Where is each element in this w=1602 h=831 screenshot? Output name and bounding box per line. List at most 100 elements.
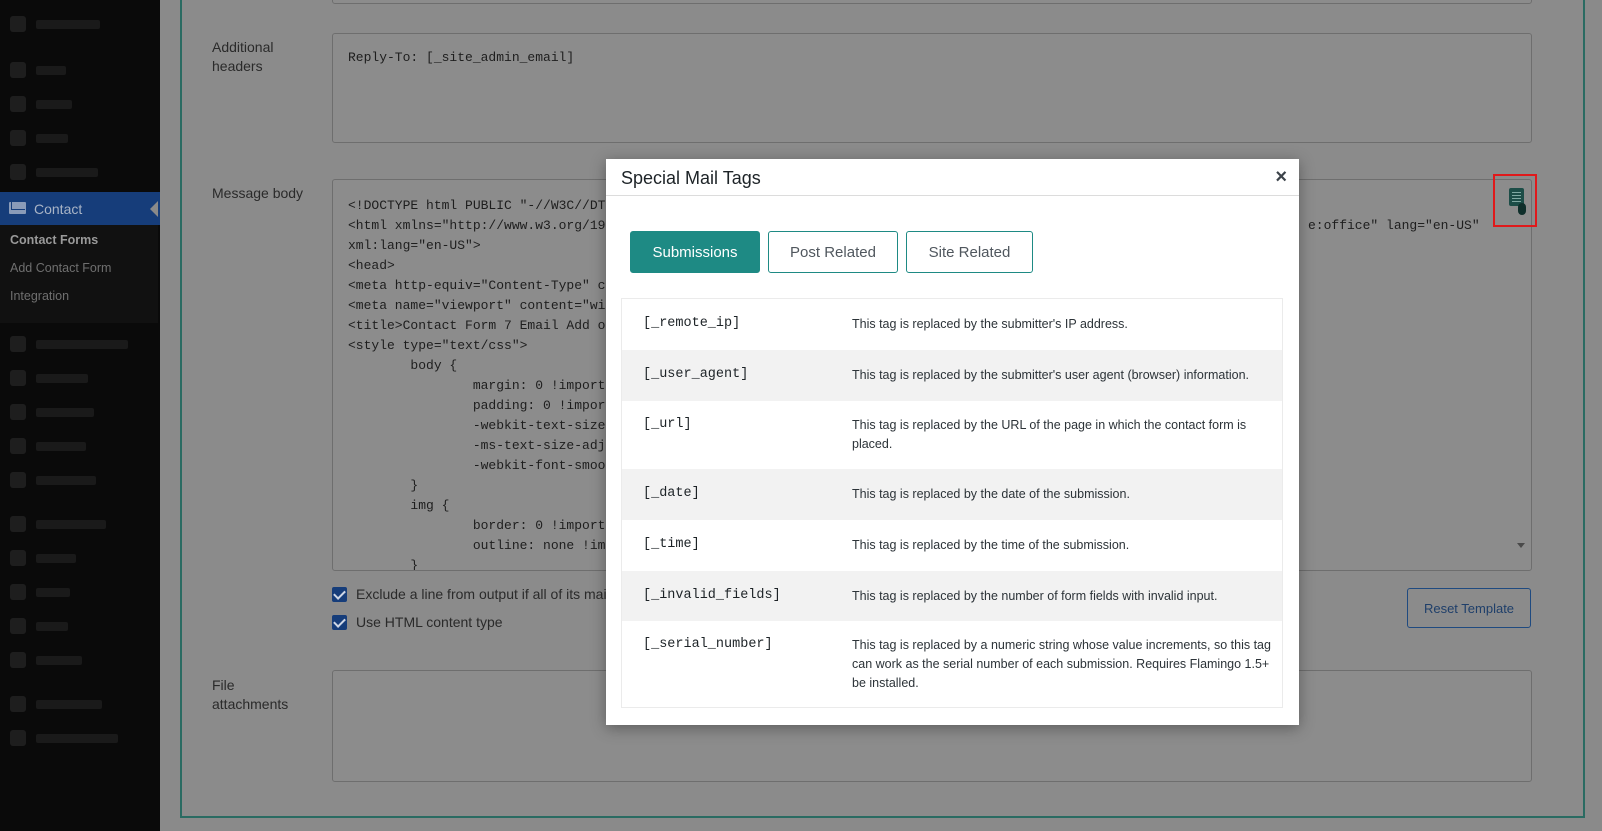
contact-submenu: Contact Forms Add Contact Form Integrati… xyxy=(0,225,158,323)
modal-title: Special Mail Tags xyxy=(621,168,761,188)
menu-item-settings[interactable] xyxy=(0,648,160,672)
media-icon xyxy=(10,96,26,112)
product-icon xyxy=(10,370,26,386)
page-icon xyxy=(10,130,26,146)
menu-item-marketing[interactable] xyxy=(0,468,160,492)
submenu-integration[interactable]: Integration xyxy=(10,289,69,303)
exclude-blank-checkbox[interactable] xyxy=(332,586,347,602)
gear-icon xyxy=(10,652,26,668)
html-content-checkbox[interactable] xyxy=(332,614,347,630)
menu-item-tools[interactable] xyxy=(0,614,160,638)
code-line: <!DOCTYPE html PUBLIC "-//W3C//DTD xyxy=(348,198,614,213)
mail-tag-description: This tag is replaced by the URL of the p… xyxy=(852,418,1247,451)
mail-tag-description: This tag is replaced by the number of fo… xyxy=(852,589,1218,603)
code-line: <meta name="viewport" content="wid xyxy=(348,298,614,313)
mail-tag-description: This tag is replaced by the submitter's … xyxy=(852,368,1250,382)
mail-tags-button[interactable] xyxy=(1493,174,1537,227)
menu-item-users[interactable] xyxy=(0,580,160,604)
exclude-blank-label: Exclude a line from output if all of its… xyxy=(356,586,607,602)
reset-template-button[interactable]: Reset Template xyxy=(1407,588,1531,628)
submenu-contact-forms[interactable]: Contact Forms xyxy=(10,233,98,247)
mail-tag: [_serial_number] xyxy=(643,637,773,652)
mail-tag-description: This tag is replaced by the submitter's … xyxy=(852,317,1128,331)
mail-tag: [_user_agent] xyxy=(643,367,749,382)
modal-header: Special Mail Tags × xyxy=(606,159,1299,196)
table-row[interactable]: [_serial_number] This tag is replaced by… xyxy=(622,621,1282,707)
code-line: -ms-text-size-adju xyxy=(348,438,614,453)
plugin-icon xyxy=(10,550,26,566)
previous-field[interactable] xyxy=(332,0,1532,4)
menu-item-posts[interactable] xyxy=(0,58,160,82)
mail-tag-description: This tag is replaced by a numeric string… xyxy=(852,638,1271,690)
additional-headers-textarea[interactable]: Reply-To: [_site_admin_email] xyxy=(332,33,1532,143)
code-line: <meta http-equiv="Content-Type" co xyxy=(348,278,614,293)
code-line: -webkit-text-size- xyxy=(348,418,614,433)
table-row[interactable]: [_invalid_fields] This tag is replaced b… xyxy=(622,571,1282,621)
menu-item-contact[interactable]: Contact xyxy=(0,192,160,225)
menu-item-comments[interactable] xyxy=(0,160,160,184)
envelope-icon xyxy=(9,202,26,214)
message-body-code: <!DOCTYPE html PUBLIC "-//W3C//DTD <html … xyxy=(348,196,614,571)
table-row[interactable]: [_user_agent] This tag is replaced by th… xyxy=(622,350,1282,401)
table-row[interactable]: [_date] This tag is replaced by the date… xyxy=(622,469,1282,520)
code-line: <title>Contact Form 7 Email Add on xyxy=(348,318,614,333)
submenu-add-contact-form[interactable]: Add Contact Form xyxy=(10,261,111,275)
file-attachments-label: File attachments xyxy=(212,677,289,712)
menu-item-plugins[interactable] xyxy=(0,546,160,570)
message-body-right-fragment: e:office" lang="en-US" xyxy=(1308,218,1480,233)
mail-tags-table: [_remote_ip] This tag is replaced by the… xyxy=(621,298,1283,708)
chart-icon xyxy=(10,438,26,454)
mail-tag: [_url] xyxy=(643,417,692,432)
code-line: <html xmlns="http://www.w3.org/199 xyxy=(348,218,614,233)
menu-item-media[interactable] xyxy=(0,92,160,116)
menu-item-analytics[interactable] xyxy=(0,434,160,458)
additional-headers-value: Reply-To: [_site_admin_email] xyxy=(348,50,575,65)
menu-item-products[interactable] xyxy=(0,366,160,390)
mail-tag: [_time] xyxy=(643,537,700,552)
dashboard-icon xyxy=(10,16,26,32)
html-content-label: Use HTML content type xyxy=(356,614,503,630)
menu-item-collapse[interactable] xyxy=(0,726,160,750)
menu-item-pages[interactable] xyxy=(0,126,160,150)
table-row[interactable]: [_url] This tag is replaced by the URL o… xyxy=(622,401,1282,469)
code-line: padding: 0 !import xyxy=(348,398,614,413)
pin-icon xyxy=(10,62,26,78)
current-menu-arrow xyxy=(150,201,158,217)
mail-tag: [_date] xyxy=(643,486,700,501)
mail-tag: [_remote_ip] xyxy=(643,316,741,331)
code-line: border: 0 !importa xyxy=(348,518,614,533)
menu-item-dashboard[interactable] xyxy=(0,12,160,36)
code-line: outline: none !imp xyxy=(348,538,614,553)
payment-icon xyxy=(10,404,26,420)
code-line: -webkit-font-smoot xyxy=(348,458,614,473)
exclude-blank-checkbox-row[interactable]: Exclude a line from output if all of its… xyxy=(332,586,607,602)
code-line: xml:lang="en-US"> xyxy=(348,238,481,253)
scroll-down-icon[interactable] xyxy=(1517,543,1525,548)
comment-icon xyxy=(10,164,26,180)
mail-tag: [_invalid_fields] xyxy=(643,588,781,603)
mail-tag-description: This tag is replaced by the time of the … xyxy=(852,538,1130,552)
special-mail-tags-modal: Special Mail Tags × Submissions Post Rel… xyxy=(606,159,1299,725)
admin-sidebar: Contact Contact Forms Add Contact Form I… xyxy=(0,0,160,831)
table-row[interactable]: [_remote_ip] This tag is replaced by the… xyxy=(622,299,1282,350)
menu-item-payments[interactable] xyxy=(0,400,160,424)
code-line: body { xyxy=(348,358,458,373)
html-content-checkbox-row[interactable]: Use HTML content type xyxy=(332,614,503,630)
close-icon[interactable]: × xyxy=(1275,167,1287,187)
code-line: } xyxy=(348,558,419,571)
mail-tag-description: This tag is replaced by the date of the … xyxy=(852,487,1130,501)
menu-item-woocommerce[interactable] xyxy=(0,332,160,356)
code-line: <head> xyxy=(348,258,395,273)
menu-item-extra-1[interactable] xyxy=(0,692,160,716)
tab-site-related[interactable]: Site Related xyxy=(906,231,1033,273)
user-icon xyxy=(10,584,26,600)
table-row[interactable]: [_time] This tag is replaced by the time… xyxy=(622,520,1282,571)
tab-submissions[interactable]: Submissions xyxy=(630,231,760,273)
additional-headers-label: Additional headers xyxy=(212,39,274,74)
tab-post-related[interactable]: Post Related xyxy=(768,231,898,273)
code-line: margin: 0 !importa xyxy=(348,378,614,393)
layers-icon xyxy=(10,696,26,712)
woo-icon xyxy=(10,336,26,352)
pointer-icon xyxy=(1518,203,1526,215)
menu-item-appearance[interactable] xyxy=(0,512,160,536)
